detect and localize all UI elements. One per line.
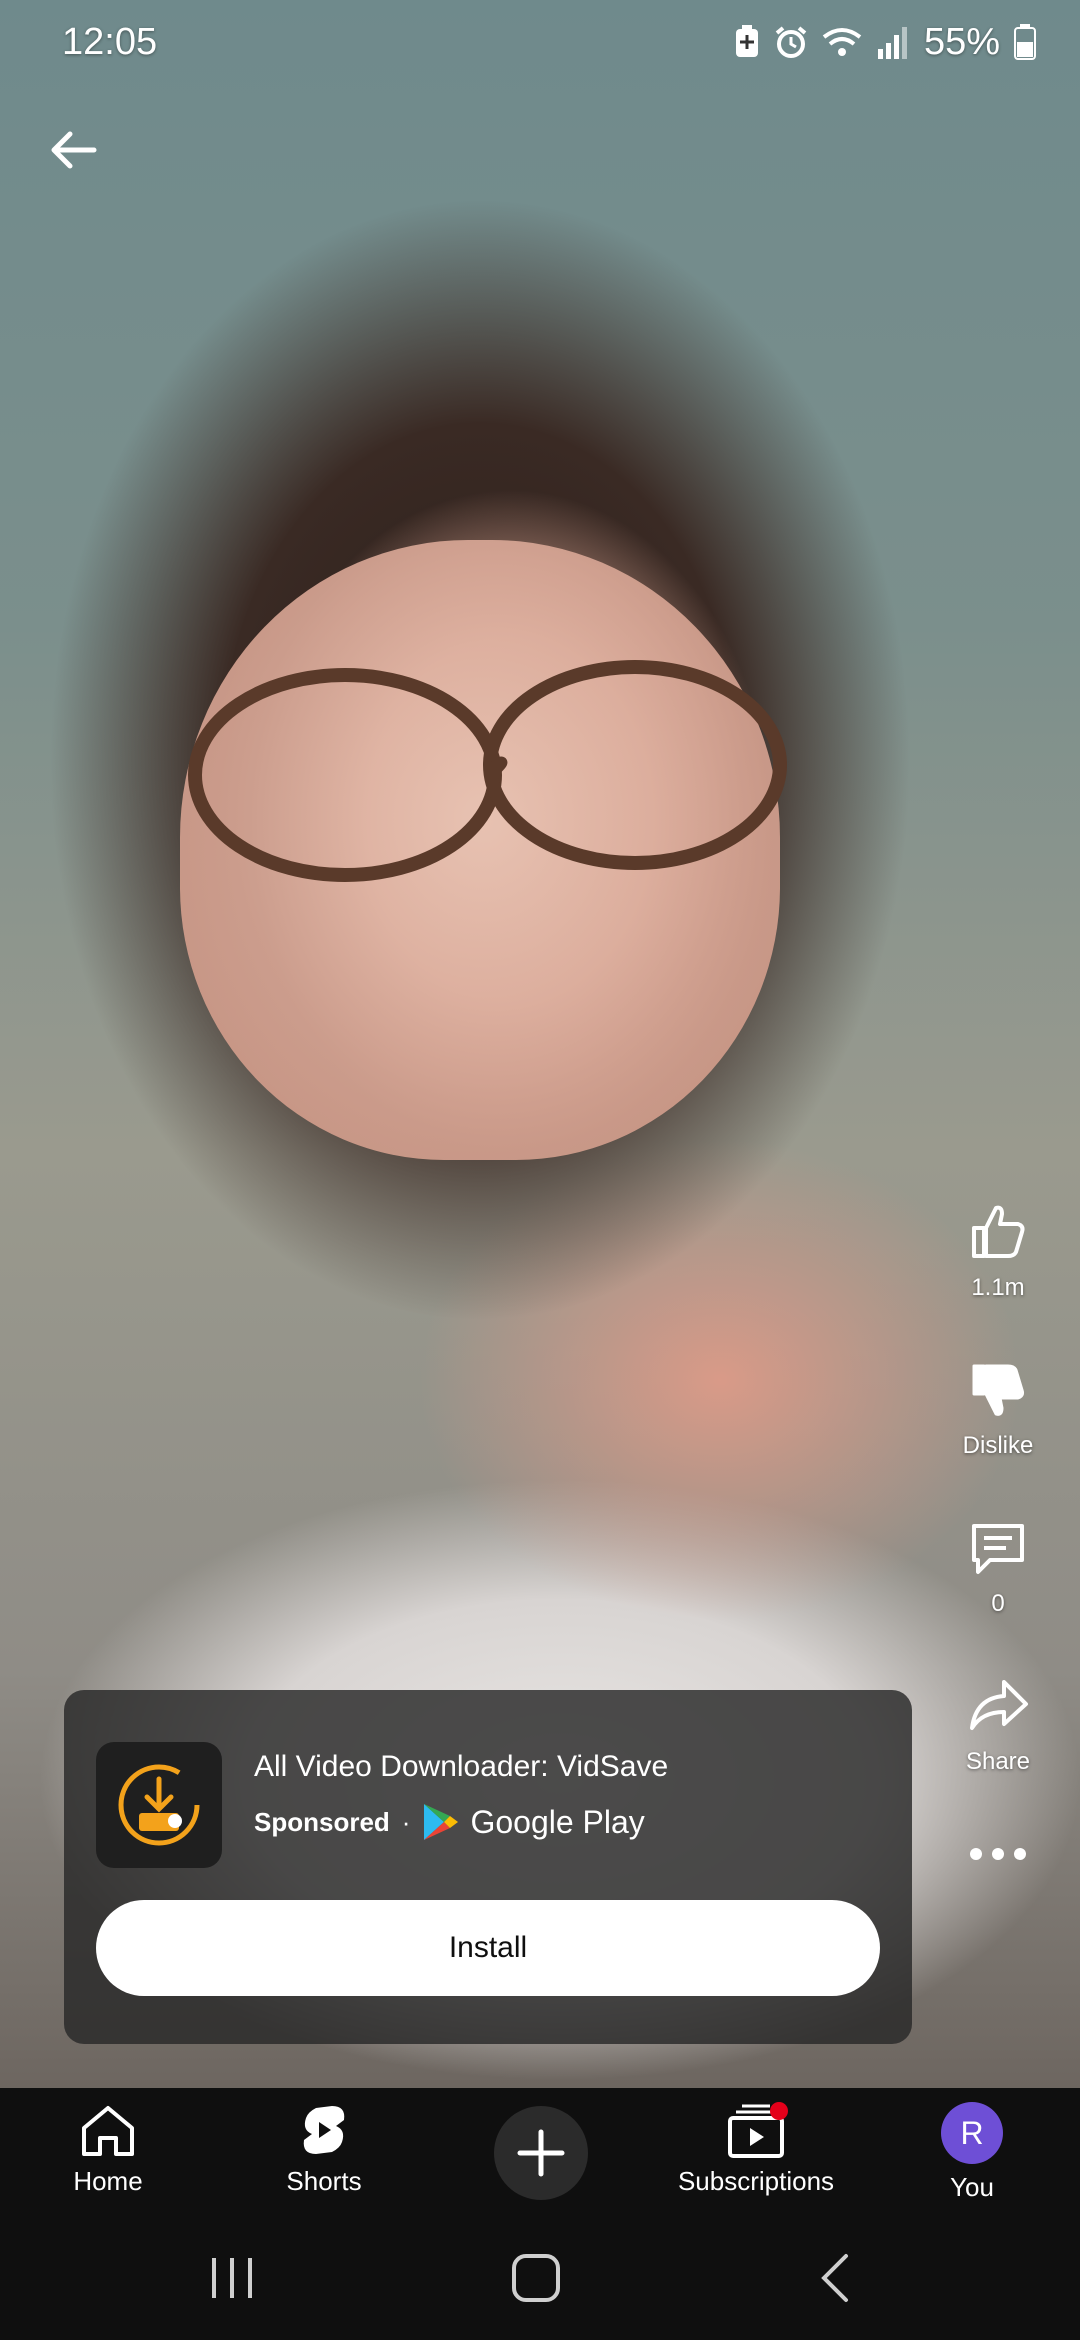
status-bar: 12:05 55% (0, 0, 1080, 84)
install-button[interactable]: Install (96, 1900, 880, 1996)
nav-subscriptions-label: Subscriptions (677, 2166, 835, 2196)
like-count: 1.1m (971, 1274, 1025, 1301)
system-navigation (0, 2220, 1080, 2340)
ad-meta: Sponsored · Google Play (254, 1802, 645, 1842)
nav-subscriptions[interactable]: Subscriptions (676, 2102, 836, 2197)
more-options-button[interactable] (948, 1842, 1048, 1866)
nav-home[interactable]: Home (28, 2102, 188, 2197)
comment-count: 0 (991, 1590, 1005, 1617)
nav-you[interactable]: R You (892, 2102, 1052, 2203)
nav-shorts-label: Shorts (286, 2166, 362, 2196)
signal-icon (877, 27, 907, 59)
battery-saver-icon (735, 25, 758, 57)
alarm-icon (775, 26, 807, 58)
nav-you-label: You (950, 2172, 994, 2202)
google-play-icon (424, 1804, 459, 1840)
nav-shorts[interactable]: Shorts (244, 2102, 404, 2197)
store-badge: Google Play (422, 1802, 645, 1842)
dislike-button[interactable]: Dislike (948, 1358, 1048, 1460)
home-square-icon (512, 2254, 560, 2302)
bottom-navigation: Home Shorts Subscriptions R You (0, 2088, 1080, 2220)
avatar: R (941, 2102, 1003, 2164)
shorts-icon (303, 2106, 345, 2154)
back-system-button[interactable] (814, 2250, 858, 2311)
ad-title: All Video Downloader: VidSave (254, 1750, 669, 1783)
plus-icon (517, 2129, 565, 2177)
sponsored-label: Sponsored (254, 1806, 390, 1837)
battery-icon (1014, 24, 1036, 60)
comments-button[interactable]: 0 (948, 1516, 1048, 1618)
ad-app-icon (96, 1742, 222, 1868)
thumbs-down-icon (972, 1364, 1024, 1416)
dislike-label: Dislike (962, 1432, 1034, 1459)
store-name: Google Play (470, 1803, 645, 1840)
nav-home-label: Home (73, 2166, 143, 2196)
more-horizontal-icon (970, 1848, 1026, 1860)
create-button[interactable] (494, 2106, 588, 2200)
home-system-button[interactable] (508, 2250, 564, 2311)
home-icon (82, 2106, 134, 2156)
video-subject-glasses (188, 660, 787, 882)
recent-apps-icon (212, 2258, 252, 2298)
like-button[interactable]: 1.1m (948, 1200, 1048, 1302)
share-label: Share (965, 1748, 1031, 1775)
sponsored-ad-card[interactable]: All Video Downloader: VidSave Sponsored … (64, 1690, 912, 2044)
status-time: 12:05 (62, 20, 158, 63)
recent-apps-button[interactable] (206, 2250, 258, 2311)
chevron-left-icon (821, 2254, 848, 2302)
download-icon (118, 1764, 200, 1846)
share-button[interactable]: Share (948, 1674, 1048, 1776)
thumbs-up-icon (972, 1205, 1025, 1258)
battery-percent: 55% (923, 20, 1000, 63)
arrow-left-icon (51, 131, 97, 169)
share-icon (970, 1680, 1028, 1730)
meta-separator: · (401, 1806, 411, 1837)
comment-icon (972, 1524, 1024, 1574)
back-button[interactable] (40, 116, 108, 184)
notification-dot (770, 2102, 788, 2120)
wifi-icon (822, 28, 862, 56)
